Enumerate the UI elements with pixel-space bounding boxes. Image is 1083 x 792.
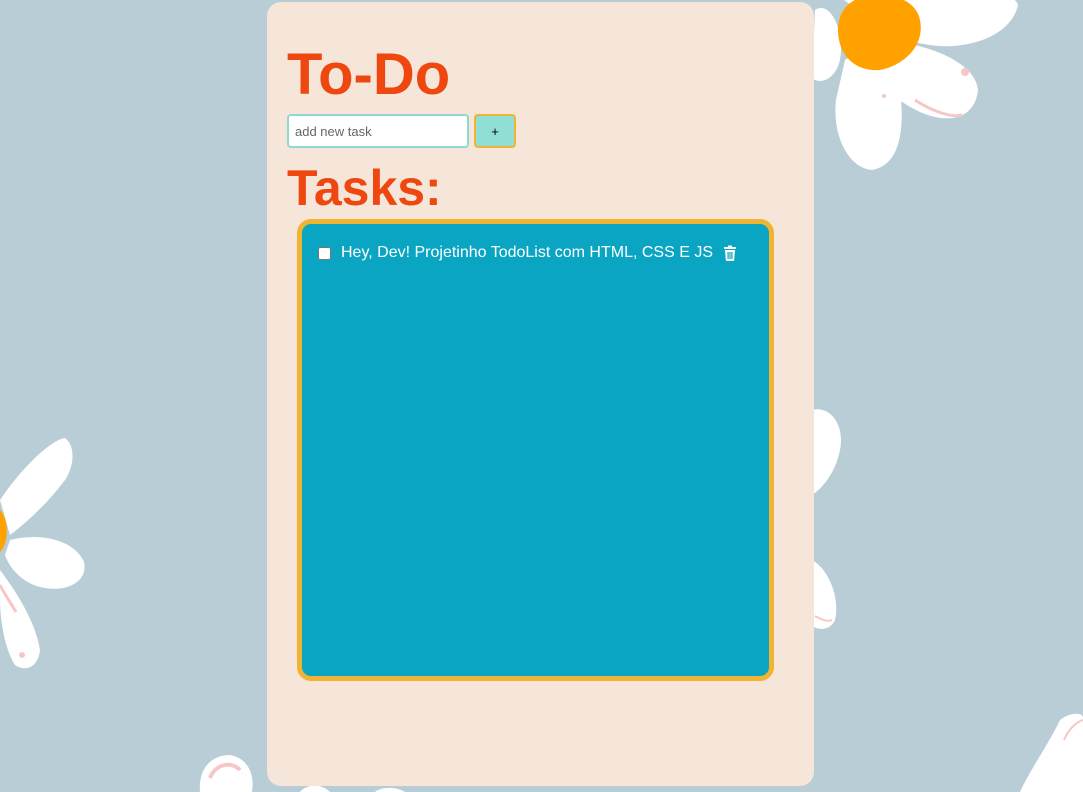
task-text: Hey, Dev! Projetinho TodoList com HTML, … [341,244,713,261]
new-task-input[interactable] [287,114,469,148]
trash-icon[interactable] [723,245,737,261]
daisy-flower-left [0,438,85,669]
task-checkbox[interactable] [318,246,331,260]
daisy-flower-bottom-right [1020,713,1083,792]
task-item: Hey, Dev! Projetinho TodoList com HTML, … [316,244,737,262]
tasks-heading: Tasks: [287,160,442,216]
todo-card: To-Do + Tasks: Hey, Dev! Projetinho Todo… [267,2,814,786]
page-title: To-Do [287,42,451,107]
daisy-flower-top-right [812,0,1018,170]
add-task-button[interactable]: + [474,114,516,148]
page: To-Do + Tasks: Hey, Dev! Projetinho Todo… [0,0,1083,792]
daisy-flower-mid-right [812,409,841,629]
task-list: Hey, Dev! Projetinho TodoList com HTML, … [297,219,774,681]
